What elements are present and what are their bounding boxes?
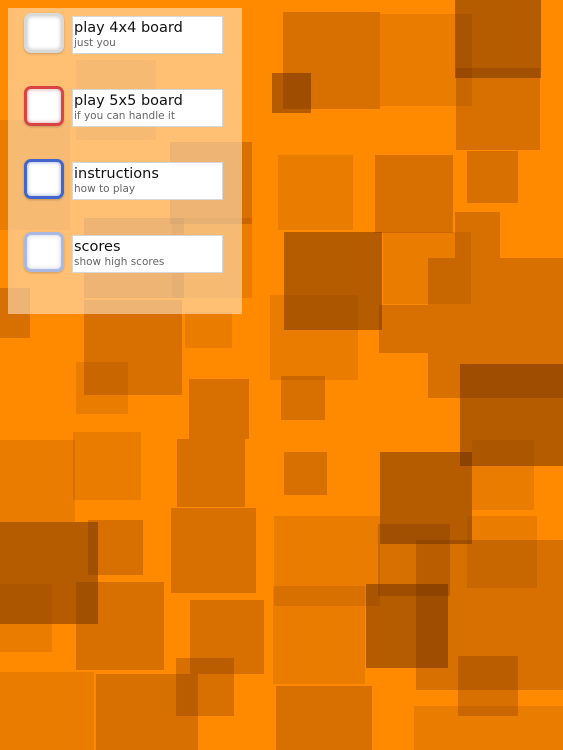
bg-square	[366, 584, 448, 668]
scores-menu-item[interactable]: scores show high scores	[8, 227, 242, 283]
scores-label-box[interactable]: scores show high scores	[72, 235, 223, 273]
menu-item-title: scores	[74, 239, 121, 255]
menu-item-title: instructions	[74, 166, 159, 182]
bg-square	[73, 432, 141, 500]
play-5x5-label-box[interactable]: play 5x5 board if you can handle it	[72, 89, 223, 127]
play-4x4-button[interactable]	[24, 13, 64, 53]
bg-square	[414, 706, 563, 750]
bg-square	[0, 584, 52, 652]
bg-square	[281, 376, 325, 420]
bg-square	[171, 508, 256, 593]
bg-square	[276, 686, 372, 750]
instructions-menu-item[interactable]: instructions how to play	[8, 154, 242, 210]
bg-square	[272, 73, 311, 113]
bg-square	[0, 672, 94, 750]
bg-square	[456, 68, 540, 150]
bg-square	[455, 0, 541, 78]
bg-square	[284, 452, 327, 495]
bg-square	[76, 582, 164, 670]
play-5x5-button[interactable]	[24, 86, 64, 126]
play-5x5-menu-item[interactable]: play 5x5 board if you can handle it	[8, 81, 242, 137]
menu-item-title: play 4x4 board	[74, 20, 183, 36]
scores-button[interactable]	[24, 232, 64, 272]
instructions-button[interactable]	[24, 159, 64, 199]
instructions-label-box[interactable]: instructions how to play	[72, 162, 223, 200]
bg-square	[96, 674, 198, 750]
bg-square	[177, 439, 245, 507]
bg-square	[379, 305, 428, 353]
bg-square	[472, 440, 534, 510]
play-4x4-label-box[interactable]: play 4x4 board just you	[72, 16, 223, 54]
bg-square	[76, 362, 128, 414]
bg-square	[270, 295, 358, 380]
main-menu-panel: play 4x4 board just you play 5x5 board i…	[8, 8, 242, 314]
bg-square	[278, 155, 353, 230]
bg-square	[273, 586, 365, 684]
play-4x4-menu-item[interactable]: play 4x4 board just you	[8, 8, 242, 64]
bg-square	[375, 155, 453, 233]
bg-square	[88, 520, 143, 575]
bg-square	[185, 312, 232, 348]
menu-item-title: play 5x5 board	[74, 93, 183, 109]
menu-item-subtitle: if you can handle it	[74, 110, 175, 122]
menu-item-subtitle: show high scores	[74, 256, 165, 268]
bg-square	[0, 440, 75, 522]
menu-item-subtitle: how to play	[74, 183, 136, 195]
bg-square	[467, 151, 518, 203]
menu-item-subtitle: just you	[74, 37, 116, 49]
bg-square	[189, 379, 249, 439]
